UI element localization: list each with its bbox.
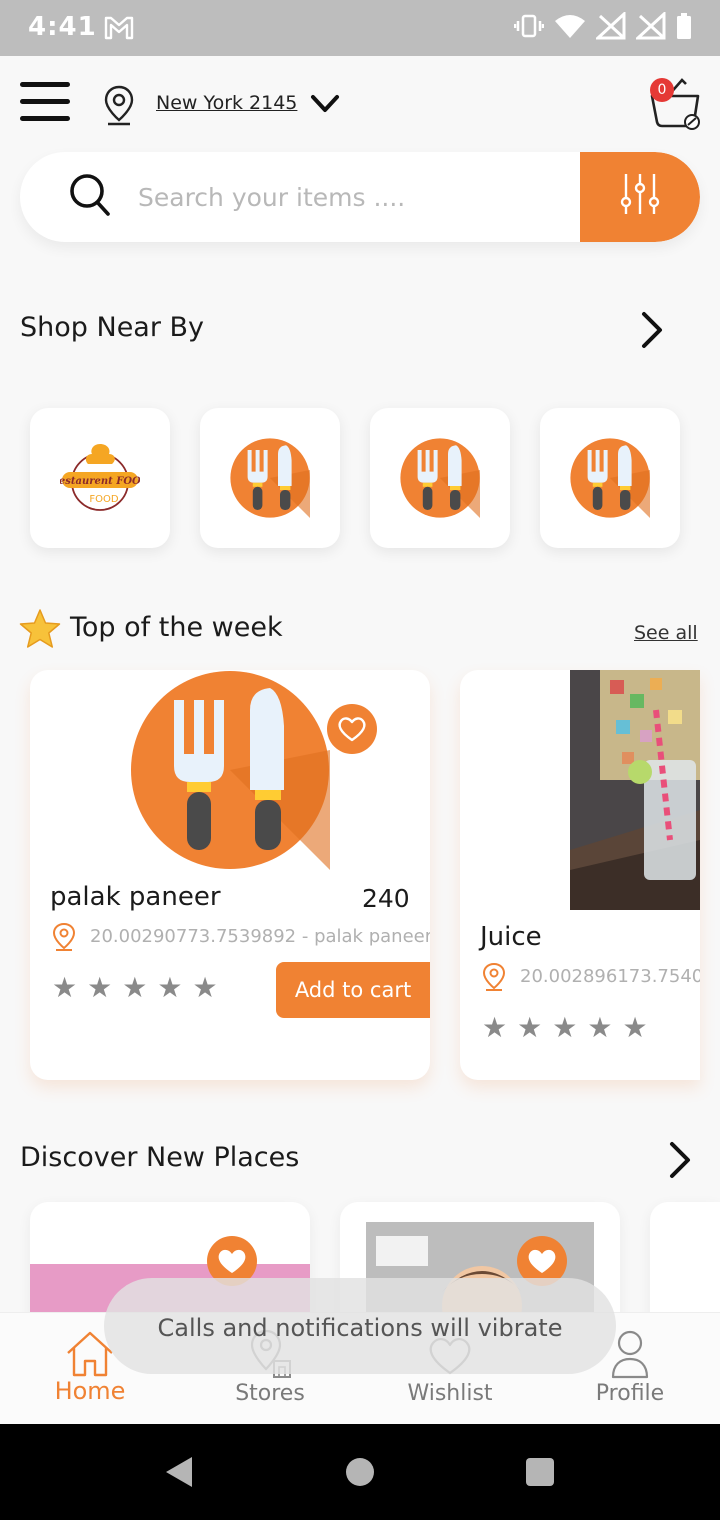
system-navigation-bar: [0, 1424, 720, 1520]
search-input[interactable]: [138, 172, 558, 222]
toast-message: Calls and notifications will vibrate: [104, 1278, 616, 1374]
search-icon: [68, 170, 112, 222]
nav-wishlist-label: Wishlist: [407, 1381, 493, 1406]
product-address: 20.002896173.75400: [520, 966, 700, 987]
product-name: Juice: [480, 922, 542, 952]
star-icon: ★: [482, 1011, 508, 1044]
restaurant-food-logo: Restaurent FOOD FOOD: [50, 438, 150, 522]
back-button[interactable]: [162, 1454, 196, 1494]
battery-icon: [677, 13, 691, 39]
menu-icon[interactable]: [20, 82, 72, 126]
product-card[interactable]: palak paneer 240 20.00290773.7539892 - p…: [30, 670, 430, 1080]
nav-profile-label: Profile: [595, 1381, 665, 1406]
product-address: 20.00290773.7539892 - palak paneer: [90, 926, 430, 947]
search-bar: [20, 152, 700, 242]
product-price: 240: [362, 884, 410, 913]
discover-new-places-title: Discover New Places: [20, 1142, 300, 1173]
star-icon: ★: [157, 971, 183, 1004]
logo-text: Restaurent FOOD: [60, 476, 140, 487]
shop-near-by-more-chevron-icon[interactable]: [636, 310, 666, 354]
no-signal-icon: [596, 12, 626, 40]
heart-outline-icon: [338, 717, 366, 742]
nav-stores-label: Stores: [235, 1381, 305, 1406]
fork-knife-icon: [400, 438, 480, 522]
product-card[interactable]: Juice 20.002896173.75400 ★ ★ ★ ★ ★: [460, 670, 700, 1080]
gmail-icon: [104, 14, 134, 44]
status-time: 4:41: [28, 12, 97, 42]
filter-button[interactable]: [580, 152, 700, 242]
nav-home-label: Home: [54, 1377, 126, 1405]
product-name: palak paneer: [50, 882, 221, 912]
star-icon: ★: [87, 971, 113, 1004]
wifi-icon: [555, 15, 585, 38]
no-signal-icon: [636, 12, 666, 40]
shop-tile[interactable]: [370, 408, 510, 548]
shop-tile[interactable]: [540, 408, 680, 548]
status-bar: 4:41: [0, 0, 720, 56]
fork-knife-icon: [230, 438, 310, 522]
juice-glass-photo: [570, 670, 700, 910]
rating-stars: ★ ★ ★ ★ ★: [482, 1014, 648, 1042]
filter-sliders-icon: [618, 170, 662, 226]
favorite-button[interactable]: [327, 704, 377, 754]
star-icon: ★: [517, 1011, 543, 1044]
product-image-fork-knife-icon: [130, 670, 330, 874]
location-pin-icon: [50, 922, 78, 956]
chevron-down-icon[interactable]: [310, 92, 340, 120]
star-icon: [18, 608, 62, 654]
shop-tile[interactable]: [200, 408, 340, 548]
location-pin-icon: [102, 84, 136, 132]
top-of-week-title: Top of the week: [70, 612, 283, 643]
see-all-link[interactable]: See all: [634, 622, 698, 644]
star-icon: ★: [622, 1011, 648, 1044]
shop-tile[interactable]: Restaurent FOOD FOOD: [30, 408, 170, 548]
rating-stars: ★ ★ ★ ★ ★: [52, 974, 218, 1002]
add-to-cart-button[interactable]: Add to cart: [276, 962, 430, 1018]
home-button[interactable]: [346, 1458, 374, 1486]
cart-count-badge: 0: [650, 78, 674, 102]
star-icon: ★: [52, 971, 78, 1004]
shop-near-by-title: Shop Near By: [20, 312, 205, 343]
recents-button[interactable]: [526, 1458, 554, 1486]
star-icon: ★: [552, 1011, 578, 1044]
location-selector[interactable]: New York 2145: [156, 92, 297, 114]
star-icon: ★: [122, 971, 148, 1004]
svg-text:FOOD: FOOD: [89, 494, 118, 505]
status-icons: [514, 12, 692, 40]
star-icon: ★: [192, 971, 218, 1004]
vibrate-icon: [514, 14, 544, 38]
discover-more-chevron-icon[interactable]: [664, 1140, 694, 1184]
location-pin-icon: [480, 962, 508, 996]
fork-knife-icon: [570, 438, 650, 522]
star-icon: ★: [587, 1011, 613, 1044]
